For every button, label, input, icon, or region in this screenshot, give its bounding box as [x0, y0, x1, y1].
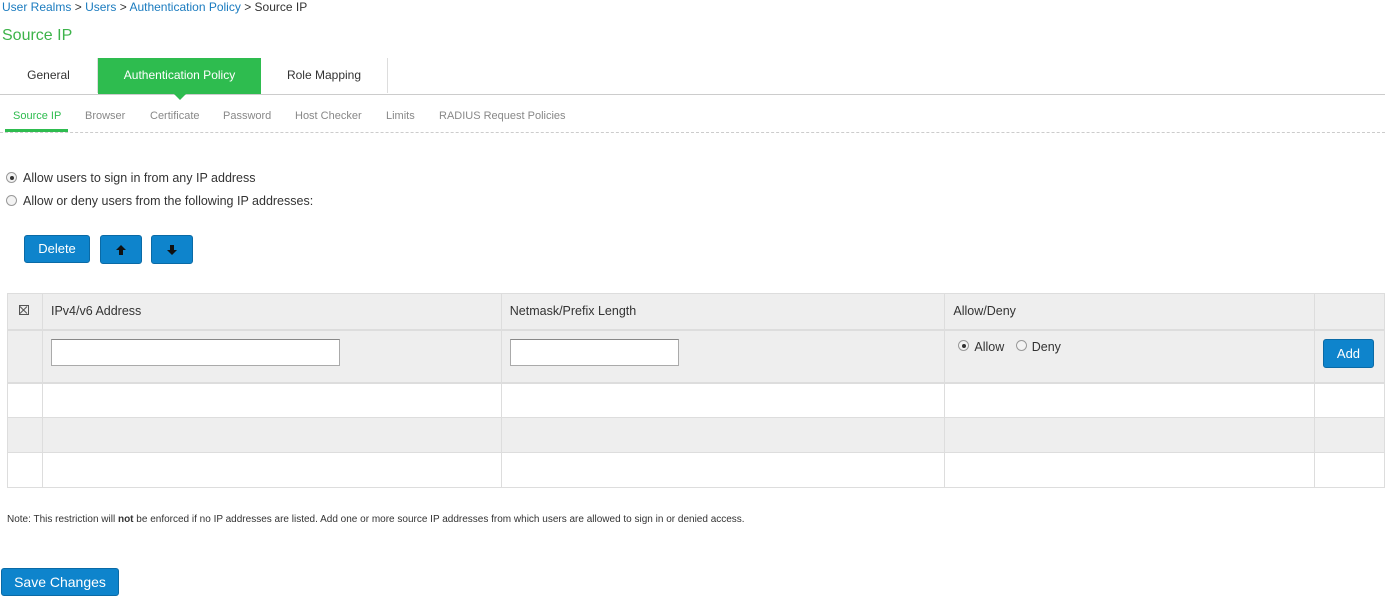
note-prefix: Note: This restriction will — [7, 514, 118, 525]
ip-address-table: IPv4/v6 Address Netmask/Prefix Length Al… — [7, 293, 1385, 488]
radio-deny[interactable] — [1015, 340, 1027, 352]
subtab-password[interactable]: Password — [223, 110, 271, 122]
subtab-radius-request-policies[interactable]: RADIUS Request Policies — [439, 110, 566, 122]
add-cell: Add — [1313, 328, 1385, 383]
subtab-host-checker[interactable]: Host Checker — [295, 110, 362, 122]
breadcrumb-link-users[interactable]: Users — [85, 0, 116, 14]
sub-tab-bar: Source IP Browser Certificate Password H… — [0, 104, 1385, 133]
tab-authentication-policy[interactable]: Authentication Policy — [98, 58, 261, 100]
allow-label: Allow — [974, 339, 1005, 354]
note-bold: not — [117, 514, 134, 525]
move-down-button[interactable] — [151, 235, 193, 264]
subtab-certificate[interactable]: Certificate — [150, 110, 200, 122]
restriction-note: Note: This restriction will not be enfor… — [7, 514, 745, 525]
breadcrumb-link-authentication-policy[interactable]: Authentication Policy — [129, 0, 240, 14]
netmask-cell — [500, 328, 946, 383]
tab-authentication-policy-label: Authentication Policy — [123, 68, 236, 82]
new-entry-row: Allow Deny Add — [7, 328, 1385, 383]
breadcrumb-separator: > — [74, 0, 82, 14]
allow-deny-cell: Allow Deny — [944, 328, 1315, 383]
main-tab-bar: General Authentication Policy Role Mappi… — [0, 58, 1385, 100]
tab-general[interactable]: General — [0, 58, 98, 93]
active-tab-caret-icon — [173, 94, 186, 100]
breadcrumb-separator: > — [119, 0, 127, 14]
note-suffix: be enforced if no IP addresses are liste… — [133, 514, 745, 525]
subtab-limits[interactable]: Limits — [386, 110, 415, 122]
breadcrumb-separator: > — [244, 0, 252, 14]
arrow-down-icon — [167, 245, 177, 255]
deny-label: Deny — [1031, 339, 1061, 354]
save-changes-button[interactable]: Save Changes — [1, 568, 119, 596]
breadcrumb-current: Source IP — [254, 0, 308, 14]
breadcrumb-link-user-realms[interactable]: User Realms — [2, 0, 71, 14]
option-listed-ip-label: Allow or deny users from the following I… — [23, 194, 314, 208]
column-header-netmask: Netmask/Prefix Length — [500, 293, 946, 330]
column-header-allow-deny: Allow/Deny — [944, 293, 1315, 330]
subtab-browser[interactable]: Browser — [85, 110, 125, 122]
add-button[interactable]: Add — [1322, 338, 1374, 368]
ip-address-input[interactable] — [50, 338, 340, 366]
arrow-up-icon — [116, 245, 126, 255]
option-any-ip[interactable]: Allow users to sign in from any IP addre… — [6, 171, 256, 185]
select-all-checkbox[interactable] — [7, 293, 43, 330]
delete-button[interactable]: Delete — [24, 235, 90, 263]
radio-allow[interactable] — [958, 340, 970, 352]
move-up-button[interactable] — [100, 235, 142, 264]
column-header-address: IPv4/v6 Address — [41, 293, 502, 330]
column-header-actions — [1313, 293, 1385, 330]
option-listed-ip[interactable]: Allow or deny users from the following I… — [6, 194, 313, 208]
netmask-input[interactable] — [509, 338, 679, 366]
table-row — [7, 381, 1385, 418]
breadcrumb: User Realms > Users > Authentication Pol… — [2, 0, 307, 14]
radio-any-ip[interactable] — [6, 172, 17, 184]
table-row — [7, 452, 1385, 488]
page-title: Source IP — [2, 27, 73, 44]
active-subtab-indicator — [5, 129, 68, 132]
radio-listed-ip[interactable] — [6, 195, 17, 207]
tab-role-mapping[interactable]: Role Mapping — [261, 58, 388, 93]
new-entry-select-cell — [7, 328, 43, 383]
address-cell — [41, 328, 502, 383]
table-row — [7, 417, 1385, 453]
table-header-row: IPv4/v6 Address Netmask/Prefix Length Al… — [7, 293, 1385, 330]
subtab-source-ip[interactable]: Source IP — [13, 110, 61, 122]
select-all-icon — [19, 305, 29, 316]
option-any-ip-label: Allow users to sign in from any IP addre… — [23, 171, 256, 185]
